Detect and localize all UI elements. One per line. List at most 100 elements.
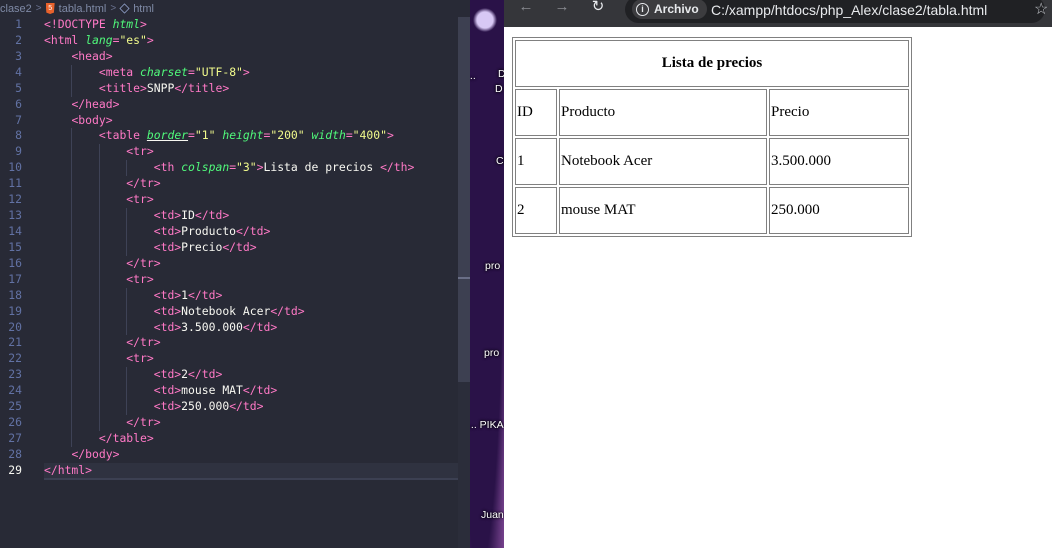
line-number: 7 [15, 112, 22, 127]
line-number: 12 [8, 192, 22, 207]
indent-guide [71, 192, 73, 209]
line-number: 14 [8, 223, 22, 238]
breadcrumb-symbol[interactable]: html [133, 3, 154, 15]
indent-guide [98, 160, 100, 177]
indent-guide [71, 319, 73, 336]
desktop-wallpaper: ... D D Ci pro pro ... PIKA Juan [470, 0, 504, 548]
table-cell: mouse MAT [559, 187, 767, 234]
table-row: Lista de precios [515, 40, 909, 87]
breadcrumb-file[interactable]: tabla.html [59, 3, 107, 15]
code-line[interactable]: </head> [44, 97, 458, 113]
indent-guide [71, 287, 73, 304]
code-line[interactable]: <td>1</td> [44, 287, 458, 304]
indent-guide [98, 255, 100, 272]
line-number: 10 [8, 160, 22, 175]
code-line[interactable]: </tr> [44, 335, 458, 352]
indent-guide [126, 399, 128, 416]
indent-guide [98, 144, 100, 161]
desktop-icon-label[interactable]: ... [470, 70, 476, 82]
line-number: 29 [8, 462, 22, 477]
line-number: 23 [8, 367, 22, 382]
code-line[interactable]: <!DOCTYPE html> [44, 17, 458, 33]
line-number: 2 [15, 32, 22, 47]
desktop-icon-label[interactable]: pro [484, 347, 499, 359]
address-bar[interactable]: i Archivo C:/xampp/htdocs/php_Alex/clase… [625, 0, 1045, 23]
desktop-icon-label[interactable]: Ci [496, 155, 504, 167]
desktop-icon-label[interactable]: D [495, 83, 503, 95]
code-line[interactable]: <th colspan="3">Lista de precios </th> [44, 160, 458, 177]
code-line[interactable]: <td>ID</td> [44, 208, 458, 224]
breadcrumb-folder[interactable]: clase2 [0, 3, 32, 15]
indent-guide [71, 383, 73, 400]
code-line[interactable]: </body> [44, 447, 458, 463]
line-number: 13 [8, 208, 22, 223]
indent-guide [71, 223, 73, 240]
line-number: 21 [8, 335, 22, 350]
code-line[interactable]: <td>250.000</td> [44, 399, 458, 416]
indent-guide [71, 351, 73, 368]
indent-guide [98, 287, 100, 304]
indent-guide [71, 271, 73, 288]
code-line-active[interactable]: </html> [44, 462, 458, 479]
site-info-chip[interactable]: i Archivo [632, 0, 707, 19]
code-line[interactable]: <title>SNPP</title> [44, 80, 458, 97]
code-line[interactable]: </tr> [44, 255, 458, 272]
indent-guide [126, 287, 128, 304]
indent-guide [71, 208, 73, 224]
desktop-icon-label[interactable]: pro [485, 260, 500, 272]
scrollbar-marker [458, 277, 470, 279]
line-number: 18 [8, 287, 22, 302]
code-line[interactable]: <td>Notebook Acer</td> [44, 303, 458, 320]
code-line[interactable]: </tr> [44, 415, 458, 431]
code-line[interactable]: <html lang="es"> [44, 33, 458, 49]
reload-icon[interactable]: ↻ [588, 0, 608, 18]
indent-guide [98, 319, 100, 336]
scrollbar-thumb[interactable] [458, 17, 470, 382]
indent-guide [126, 303, 128, 320]
table-header-cell: Precio [769, 89, 909, 136]
table-cell: Notebook Acer [559, 138, 767, 185]
line-number: 27 [8, 430, 22, 445]
code-line[interactable]: <tr> [44, 144, 458, 161]
desktop-icon-label[interactable]: Juan [481, 509, 504, 521]
table-cell: 1 [515, 138, 557, 185]
star-icon[interactable]: ☆ [1034, 0, 1048, 19]
code-line[interactable]: <head> [44, 49, 458, 65]
line-number: 5 [15, 80, 22, 95]
indent-guide [126, 367, 128, 384]
code-line[interactable]: <td>mouse MAT</td> [44, 383, 458, 400]
indent-guide [71, 239, 73, 256]
code-line[interactable]: <body> [44, 113, 458, 129]
code-area[interactable]: <!DOCTYPE html> <html lang="es"> <head> … [44, 17, 458, 479]
code-line[interactable]: <meta charset="UTF-8"> [44, 64, 458, 81]
indent-guide [126, 223, 128, 240]
line-number: 24 [8, 383, 22, 398]
back-arrow-icon[interactable]: ← [516, 0, 536, 18]
indent-guide [98, 415, 100, 431]
table-title-cell: Lista de precios [515, 40, 909, 87]
code-line[interactable]: <td>3.500.000</td> [44, 319, 458, 336]
indent-guide [126, 239, 128, 256]
code-line[interactable]: </tr> [44, 176, 458, 193]
desktop-icon-label[interactable]: ... PIKA [470, 419, 504, 431]
indent-guide [98, 303, 100, 320]
code-line[interactable]: <td>2</td> [44, 367, 458, 384]
code-line[interactable]: <td>Precio</td> [44, 239, 458, 256]
code-line[interactable]: <tr> [44, 192, 458, 209]
code-line[interactable]: <tr> [44, 271, 458, 288]
table-row: 1 Notebook Acer 3.500.000 [515, 138, 909, 185]
indent-guide [98, 399, 100, 416]
breadcrumb: clase2 > 5 tabla.html > html [0, 0, 470, 17]
forward-arrow-icon[interactable]: → [552, 0, 572, 18]
line-number: 28 [8, 446, 22, 461]
code-editor[interactable]: clase2 > 5 tabla.html > html 1 2 3 4 5 6 7 8 9 10… [0, 0, 470, 548]
line-number: 4 [15, 64, 22, 79]
indent-guide [126, 160, 128, 177]
code-line[interactable]: </table> [44, 430, 458, 447]
code-line[interactable]: <tr> [44, 351, 458, 368]
html5-icon: 5 [45, 3, 55, 14]
code-line[interactable]: <table border="1" height="200" width="40… [44, 128, 458, 145]
url-text[interactable]: C:/xampp/htdocs/php_Alex/clase2/tabla.ht… [711, 2, 987, 18]
code-line[interactable]: <td>Producto</td> [44, 223, 458, 240]
indent-guide [98, 335, 100, 352]
